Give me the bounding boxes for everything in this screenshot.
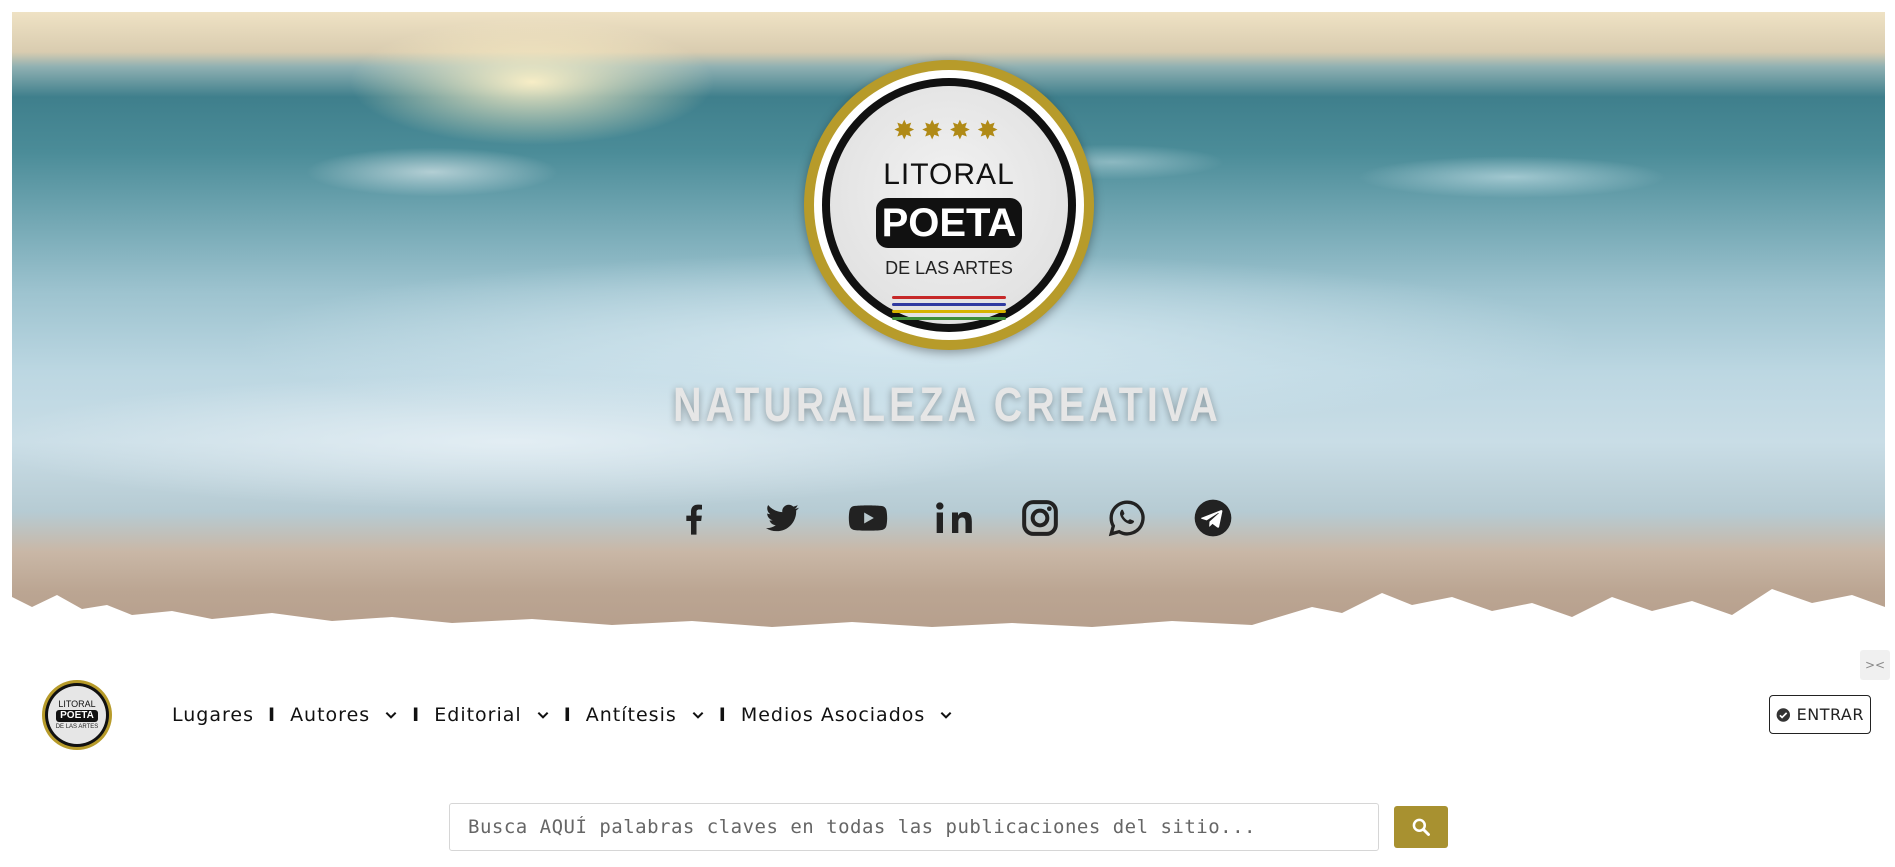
nav-item-lugares[interactable]: Lugares xyxy=(172,704,254,726)
nav-item-label: Editorial xyxy=(434,704,522,726)
site-logo[interactable]: ✸✸✸✸ LITORAL POETA DE LAS ARTES xyxy=(804,60,1094,350)
search-input[interactable] xyxy=(449,803,1379,851)
nav-item-medios-asociados[interactable]: Medios Asociados xyxy=(741,704,953,726)
nav-logo-text-top: LITORAL xyxy=(58,699,96,709)
nav-item-autores[interactable]: Autores xyxy=(290,704,398,726)
nav-separator: I xyxy=(412,704,421,726)
nav-logo-text-bottom: DE LAS ARTES xyxy=(55,724,99,730)
main-nav: Lugares I Autores I Editorial I Antítesi… xyxy=(172,700,953,730)
nav-item-antitesis[interactable]: Antítesis xyxy=(586,704,705,726)
logo-stripes xyxy=(892,296,1006,324)
check-circle-icon xyxy=(1776,707,1791,722)
search-button[interactable] xyxy=(1394,806,1448,848)
nav-logo[interactable]: LITORAL POETA DE LAS ARTES xyxy=(42,680,112,750)
torn-edge xyxy=(12,589,1885,637)
nav-item-editorial[interactable]: Editorial xyxy=(434,704,549,726)
chevron-down-icon xyxy=(384,708,398,722)
nav-item-label: Medios Asociados xyxy=(740,704,926,726)
search-icon xyxy=(1412,818,1430,836)
instagram-icon[interactable] xyxy=(1017,495,1063,541)
logo-text-middle: POETA xyxy=(876,198,1022,248)
nav-item-label: Autores xyxy=(290,704,371,726)
logo-stars: ✸✸✸✸ xyxy=(893,116,1005,146)
logo-text-bottom: DE LAS ARTES xyxy=(885,258,1013,278)
telegram-icon[interactable] xyxy=(1190,495,1236,541)
youtube-icon[interactable] xyxy=(845,495,891,541)
facebook-icon[interactable] xyxy=(671,495,717,541)
twitter-icon[interactable] xyxy=(759,495,805,541)
nav-separator: I xyxy=(267,704,277,726)
linkedin-icon[interactable] xyxy=(931,495,977,541)
whatsapp-icon[interactable] xyxy=(1104,495,1150,541)
chevron-down-icon xyxy=(939,708,953,722)
hero-tagline: NATURALEZA CREATIVA xyxy=(673,379,1222,432)
nav-logo-text-middle: POETA xyxy=(56,710,98,722)
nav-item-label: Lugares xyxy=(172,704,254,726)
login-button-label: ENTRAR xyxy=(1796,705,1864,724)
corner-collapse-icon[interactable]: >< xyxy=(1860,650,1890,680)
logo-text-top: LITORAL xyxy=(883,158,1015,191)
nav-separator: I xyxy=(718,704,727,726)
nav-separator: I xyxy=(563,704,572,726)
login-button[interactable]: ENTRAR xyxy=(1769,695,1871,734)
chevron-down-icon xyxy=(536,708,550,722)
chevron-down-icon xyxy=(691,708,705,722)
nav-item-label: Antítesis xyxy=(585,704,677,726)
